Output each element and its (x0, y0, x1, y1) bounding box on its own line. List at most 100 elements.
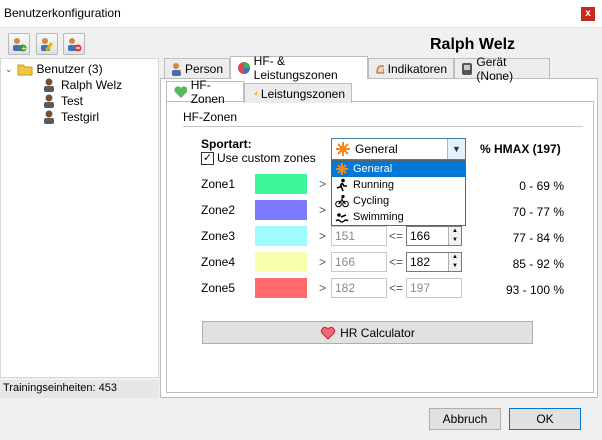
spin-down-icon[interactable]: ▼ (449, 236, 461, 245)
zone-color-swatch[interactable] (255, 226, 307, 246)
zone-upper-bound-field: 197 (406, 278, 462, 298)
user-icon (44, 110, 54, 124)
sport-option-label: Swimming (353, 211, 404, 223)
zones-pie-icon (238, 62, 250, 74)
hmax-header: % HMAX (197) (480, 142, 561, 156)
tab-label: Gerät (None) (476, 54, 514, 83)
zone-lower-bound-field: 182 (331, 278, 387, 298)
zone-label: Zone3 (201, 229, 236, 243)
zone-percent-range: 0 - 69 % (519, 179, 564, 193)
general-sport-icon (336, 142, 350, 156)
cancel-button-label: Abbruch (442, 412, 488, 426)
zone-upper-bound-value[interactable]: 182 (410, 255, 430, 269)
group-divider (183, 126, 583, 127)
ok-button[interactable]: OK (509, 408, 581, 430)
tree-item-user[interactable]: Test (41, 93, 83, 109)
heart-icon (174, 85, 187, 98)
sport-label: Sportart: (201, 137, 252, 151)
user-tree[interactable]: ⌄ Benutzer (3) Ralph Welz Test Testgirl (0, 58, 159, 378)
zone-lower-bound-field: 151 (331, 226, 387, 246)
zone-label: Zone4 (201, 255, 236, 269)
sport-option-running[interactable]: Running (332, 177, 465, 193)
tab-indikatoren[interactable]: Indikatoren (368, 58, 454, 78)
zone-percent-range: 93 - 100 % (505, 283, 564, 297)
zone-upper-bound-value[interactable]: 166 (410, 229, 430, 243)
sport-select-value: General (355, 142, 398, 156)
edit-user-button[interactable] (36, 33, 58, 55)
tab-geraet[interactable]: Gerät (None) (454, 55, 550, 83)
spin-up-icon[interactable]: ▲ (449, 253, 461, 262)
svg-text:+: + (21, 45, 27, 53)
sport-option-label: Cycling (353, 195, 390, 207)
person-icon (172, 62, 181, 76)
zone-percent-range: 77 - 84 % (512, 231, 564, 245)
spin-down-icon[interactable]: ▼ (449, 262, 461, 271)
greater-than-sign: > (319, 255, 327, 269)
sport-option-swimming[interactable]: Swimming (332, 209, 465, 225)
zone-color-swatch[interactable] (255, 200, 307, 220)
spinner-buttons[interactable]: ▲ ▼ (448, 253, 461, 271)
sport-option-general[interactable]: General (332, 161, 465, 177)
group-title: HF-Zonen (183, 110, 238, 124)
tab-leistungszonen[interactable]: Leistungszonen (244, 83, 352, 103)
lightning-icon (254, 90, 257, 100)
tree-item-user[interactable]: Ralph Welz (41, 77, 122, 93)
collapse-chevron-icon[interactable]: ⌄ (5, 64, 13, 75)
spinner-buttons[interactable]: ▲ ▼ (448, 227, 461, 245)
swimming-icon (335, 213, 349, 223)
sport-dropdown-list[interactable]: General Running Cycling Swimming (331, 160, 466, 226)
sport-option-label: Running (353, 179, 394, 191)
tab-hf-zonen[interactable]: HF-Zonen (166, 78, 244, 106)
cancel-button[interactable]: Abbruch (429, 408, 501, 430)
window-title: Benutzerkonfiguration (4, 6, 121, 20)
add-user-button[interactable]: + (8, 33, 30, 55)
tree-root[interactable]: ⌄ Benutzer (3) (5, 61, 103, 77)
close-icon: x (581, 7, 595, 21)
tab-person[interactable]: Person (164, 58, 230, 78)
tree-root-label: Benutzer (3) (36, 62, 103, 76)
hr-calculator-button[interactable]: HR Calculator (202, 321, 533, 344)
zone-upper-bound-spinner[interactable]: 182 ▲ ▼ (406, 252, 462, 272)
delete-user-icon (68, 38, 82, 52)
zone-label: Zone2 (201, 203, 236, 217)
general-sport-icon (336, 163, 348, 175)
user-icon (44, 94, 54, 108)
sport-option-cycling[interactable]: Cycling (332, 193, 465, 209)
sport-option-label: General (353, 163, 393, 175)
zone-percent-range: 85 - 92 % (512, 257, 564, 271)
greater-than-sign: > (319, 281, 327, 295)
tree-item-user[interactable]: Testgirl (41, 109, 99, 125)
heart-icon (321, 326, 336, 340)
zone-color-swatch[interactable] (255, 278, 307, 298)
custom-zones-label: Use custom zones (217, 151, 316, 165)
device-icon (462, 62, 472, 75)
custom-zones-checkbox[interactable]: ✓ (201, 151, 214, 165)
chevron-down-icon[interactable]: ▼ (447, 139, 465, 159)
zone-color-swatch[interactable] (255, 174, 307, 194)
delete-user-button[interactable] (63, 33, 85, 55)
zone-upper-bound-spinner[interactable]: 166 ▲ ▼ (406, 226, 462, 246)
tab-label: Person (184, 61, 223, 76)
zone-label: Zone1 (201, 177, 236, 191)
greater-than-sign: > (319, 229, 327, 243)
greater-than-sign: > (319, 203, 327, 217)
close-button[interactable]: x (574, 0, 602, 28)
tab-label: HF- & Leistungszonen (253, 54, 338, 82)
edit-user-icon (41, 38, 53, 52)
hr-calculator-label: HR Calculator (340, 325, 415, 340)
spin-up-icon[interactable]: ▲ (449, 227, 461, 236)
tab-hf-leistungszonen[interactable]: HF- & Leistungszonen (230, 54, 368, 82)
less-equal-sign: <= (389, 229, 404, 243)
tree-item-label: Testgirl (61, 110, 100, 124)
tree-item-label: Ralph Welz (61, 78, 123, 92)
running-icon (336, 178, 347, 192)
zone-label: Zone5 (201, 281, 236, 295)
custom-zones-checkbox-row[interactable]: ✓ Use custom zones (201, 151, 316, 165)
hand-icon (376, 65, 384, 73)
tab-label: Indikatoren (387, 61, 447, 76)
zone-color-swatch[interactable] (255, 252, 307, 272)
zone-percent-range: 70 - 77 % (512, 205, 564, 219)
sport-select[interactable]: General ▼ (331, 138, 466, 160)
tab-label: Leistungszonen (260, 86, 345, 101)
tree-item-label: Test (61, 94, 84, 108)
